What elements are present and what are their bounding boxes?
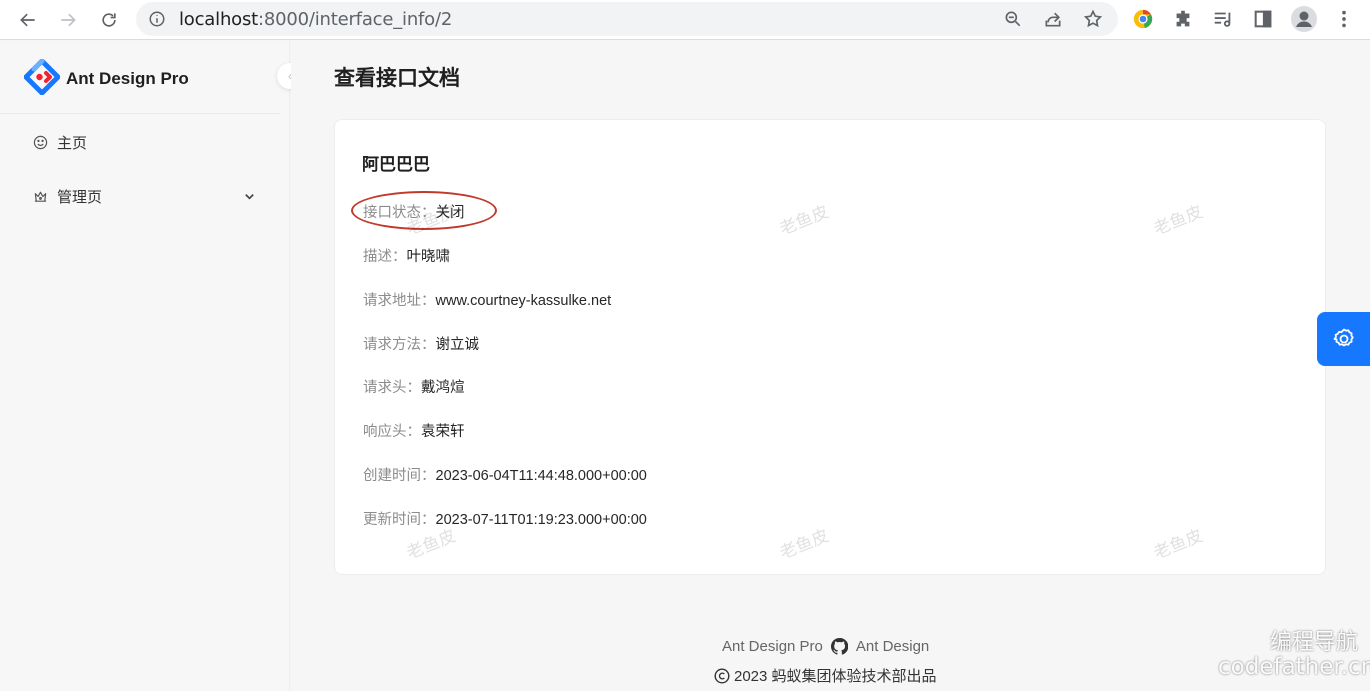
url-text[interactable]: localhost:8000/interface_info/2	[179, 9, 452, 30]
field-status: 接口状态：关闭	[363, 201, 465, 222]
field-response-header: 响应头：袁荣轩	[363, 420, 465, 441]
crown-icon	[34, 191, 47, 202]
reload-icon[interactable]	[95, 6, 123, 34]
back-icon[interactable]	[14, 6, 42, 34]
field-description: 描述：叶晓啸	[363, 245, 450, 266]
watermark: 老鱼皮	[1151, 201, 1206, 239]
watermark: 老鱼皮	[1151, 525, 1206, 563]
field-method: 请求方法：谢立诚	[363, 333, 479, 354]
footer-link-ant-design[interactable]: Ant Design	[856, 638, 929, 655]
field-value: 叶晓啸	[406, 249, 451, 265]
zoom-icon[interactable]	[1003, 9, 1023, 29]
field-label: 创建时间：	[363, 468, 436, 484]
field-url: 请求地址：www.courtney-kassulke.net	[363, 289, 611, 310]
gear-icon	[1333, 328, 1354, 347]
sidebar-item-label: 主页	[57, 134, 88, 152]
address-bar[interactable]: localhost:8000/interface_info/2	[136, 2, 1118, 36]
footer-link-ant-design-pro[interactable]: Ant Design Pro	[722, 638, 823, 655]
sidepanel-icon[interactable]	[1252, 8, 1274, 30]
field-created-time: 创建时间：2023-06-04T11:44:48.000+00:00	[363, 464, 647, 485]
card-title: 阿巴巴巴	[362, 155, 430, 174]
ant-design-logo-icon	[24, 59, 60, 95]
copyright-text: 2023 蚂蚁集团体验技术部出品	[734, 668, 937, 685]
field-label: 请求方法：	[363, 337, 436, 353]
share-icon[interactable]	[1043, 9, 1063, 29]
settings-drawer-button[interactable]	[1317, 312, 1370, 366]
logo-text: Ant Design Pro	[66, 69, 189, 88]
watermark: 老鱼皮	[777, 201, 832, 239]
field-value: 戴鸿煊	[421, 380, 465, 396]
sidebar-item-label: 管理页	[57, 188, 103, 206]
more-menu-icon[interactable]	[1333, 8, 1355, 30]
field-label: 更新时间：	[363, 512, 436, 528]
interface-detail-card: 阿巴巴巴 接口状态：关闭 描述：叶晓啸 请求地址：www.courtney-ka…	[334, 119, 1326, 575]
field-value: 袁荣轩	[421, 424, 465, 440]
field-value: 2023-07-11T01:19:23.000+00:00	[435, 512, 647, 528]
browser-toolbar: localhost:8000/interface_info/2	[0, 0, 1370, 40]
field-value: 关闭	[435, 205, 465, 221]
footer-links: Ant Design Pro Ant Design	[722, 638, 929, 655]
field-label: 描述：	[363, 249, 407, 265]
field-label: 请求地址：	[363, 293, 436, 309]
logo-row[interactable]: Ant Design Pro	[0, 41, 280, 114]
copyright-icon	[714, 667, 730, 684]
smile-icon	[33, 135, 48, 149]
sidebar: Ant Design Pro ‹ 主页 管理页	[0, 41, 303, 691]
sidebar-item-admin[interactable]: 管理页	[0, 176, 280, 216]
footer-copyright: 2023 蚂蚁集团体验技术部出品	[714, 665, 937, 686]
field-label: 响应头：	[363, 424, 421, 440]
profile-icon[interactable]	[1291, 6, 1317, 32]
main-content: 查看接口文档 阿巴巴巴 接口状态：关闭 描述：叶晓啸 请求地址：www.cour…	[291, 41, 1370, 691]
url-path: :8000/interface_info/2	[258, 9, 453, 30]
field-value: 2023-06-04T11:44:48.000+00:00	[435, 468, 647, 484]
watermark: 老鱼皮	[777, 525, 832, 563]
github-icon[interactable]	[830, 638, 848, 655]
field-updated-time: 更新时间：2023-07-11T01:19:23.000+00:00	[363, 508, 647, 529]
sidebar-item-home[interactable]: 主页	[0, 122, 280, 162]
brand-watermark-url: codefather.cn	[1218, 654, 1370, 680]
field-value: www.courtney-kassulke.net	[435, 293, 612, 309]
puzzle-icon[interactable]	[1172, 8, 1194, 30]
field-label: 请求头：	[363, 380, 421, 396]
page-title: 查看接口文档	[334, 67, 460, 90]
star-icon[interactable]	[1083, 9, 1103, 29]
field-label: 接口状态：	[363, 205, 436, 221]
playlist-icon[interactable]	[1212, 8, 1234, 30]
info-icon[interactable]	[148, 10, 166, 28]
field-value: 谢立诚	[435, 337, 480, 353]
chevron-down-icon	[245, 193, 254, 200]
field-request-header: 请求头：戴鸿煊	[363, 376, 465, 397]
url-host: localhost	[179, 9, 258, 30]
forward-icon[interactable]	[54, 6, 82, 34]
brand-watermark-cn: 编程导航	[1270, 630, 1359, 655]
color-extension-icon[interactable]	[1132, 8, 1154, 30]
